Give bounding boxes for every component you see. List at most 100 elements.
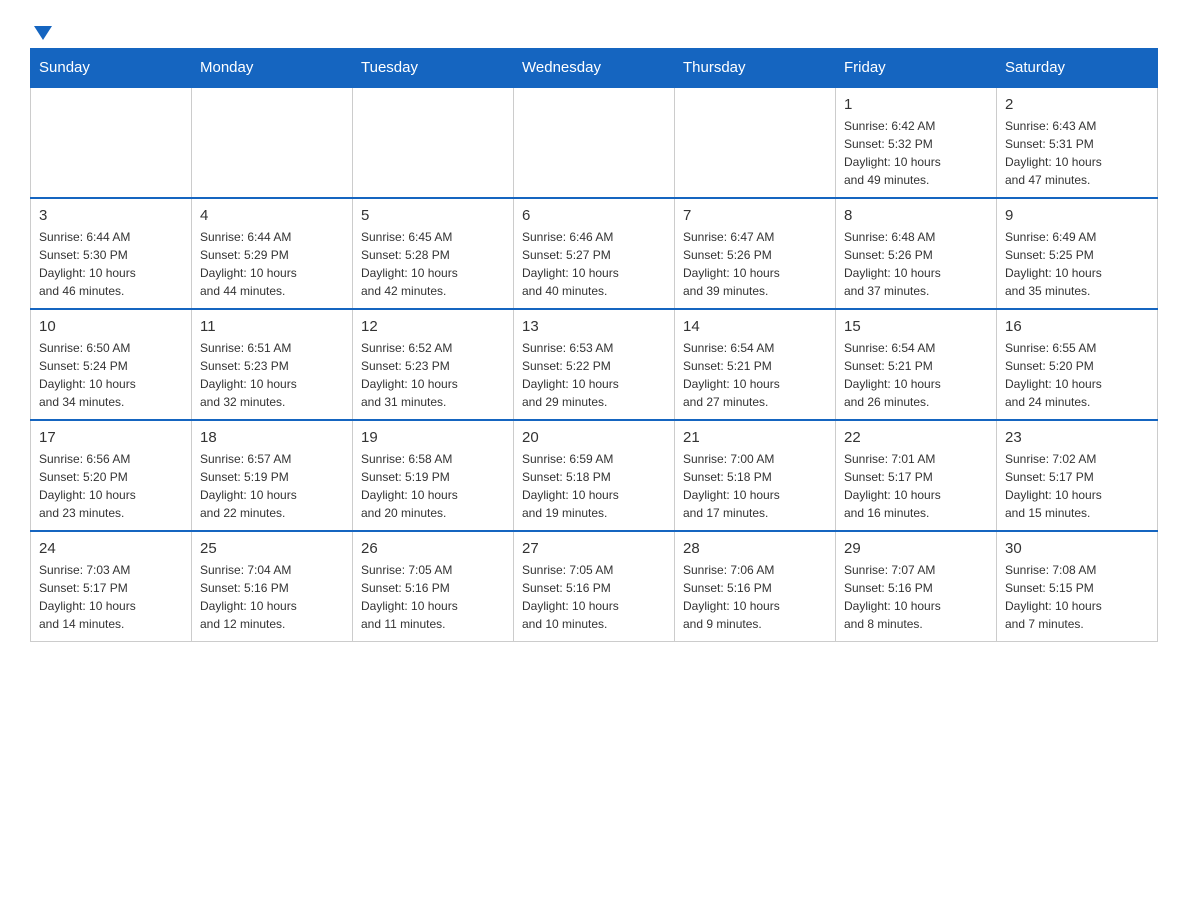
day-number: 19	[361, 429, 505, 446]
day-number: 7	[683, 207, 827, 224]
day-cell: 20Sunrise: 6:59 AM Sunset: 5:18 PM Dayli…	[514, 420, 675, 531]
day-number: 6	[522, 207, 666, 224]
week-row-1: 1 Sunrise: 6:42 AM Sunset: 5:32 PM Daylig…	[31, 87, 1158, 198]
day-cell: 11 Sunrise: 6:51 AM Sunset: 5:23 PM Dayli…	[192, 309, 353, 420]
day-cell: 15Sunrise: 6:54 AM Sunset: 5:21 PM Dayli…	[836, 309, 997, 420]
day-info: Sunrise: 6:51 AM Sunset: 5:23 PM Dayligh…	[200, 339, 344, 411]
day-info: Sunrise: 6:43 AM Sunset: 5:31 PM Dayligh…	[1005, 117, 1149, 189]
day-info: Sunrise: 6:59 AM Sunset: 5:18 PM Dayligh…	[522, 450, 666, 522]
day-info: Sunrise: 6:47 AM Sunset: 5:26 PM Dayligh…	[683, 228, 827, 300]
day-number: 13	[522, 318, 666, 335]
column-header-friday: Friday	[836, 49, 997, 88]
day-number: 12	[361, 318, 505, 335]
day-number: 22	[844, 429, 988, 446]
day-cell: 22 Sunrise: 7:01 AM Sunset: 5:17 PM Dayli…	[836, 420, 997, 531]
day-cell: 6 Sunrise: 6:46 AM Sunset: 5:27 PM Daylig…	[514, 198, 675, 309]
day-number: 25	[200, 540, 344, 557]
day-number: 5	[361, 207, 505, 224]
day-info: Sunrise: 6:57 AM Sunset: 5:19 PM Dayligh…	[200, 450, 344, 522]
day-number: 14	[683, 318, 827, 335]
day-info: Sunrise: 6:58 AM Sunset: 5:19 PM Dayligh…	[361, 450, 505, 522]
day-cell: 27 Sunrise: 7:05 AM Sunset: 5:16 PM Dayli…	[514, 531, 675, 642]
day-cell: 12 Sunrise: 6:52 AM Sunset: 5:23 PM Dayli…	[353, 309, 514, 420]
day-info: Sunrise: 7:06 AM Sunset: 5:16 PM Dayligh…	[683, 561, 827, 633]
day-info: Sunrise: 6:56 AM Sunset: 5:20 PM Dayligh…	[39, 450, 183, 522]
day-number: 24	[39, 540, 183, 557]
week-row-2: 3 Sunrise: 6:44 AM Sunset: 5:30 PM Daylig…	[31, 198, 1158, 309]
day-info: Sunrise: 6:45 AM Sunset: 5:28 PM Dayligh…	[361, 228, 505, 300]
day-number: 18	[200, 429, 344, 446]
day-cell: 3 Sunrise: 6:44 AM Sunset: 5:30 PM Daylig…	[31, 198, 192, 309]
day-cell: 4Sunrise: 6:44 AM Sunset: 5:29 PM Daylig…	[192, 198, 353, 309]
day-cell: 30 Sunrise: 7:08 AM Sunset: 5:15 PM Dayli…	[997, 531, 1158, 642]
day-number: 8	[844, 207, 988, 224]
day-info: Sunrise: 7:05 AM Sunset: 5:16 PM Dayligh…	[361, 561, 505, 633]
day-cell: 8 Sunrise: 6:48 AM Sunset: 5:26 PM Daylig…	[836, 198, 997, 309]
day-number: 3	[39, 207, 183, 224]
day-cell: 23 Sunrise: 7:02 AM Sunset: 5:17 PM Dayli…	[997, 420, 1158, 531]
day-number: 10	[39, 318, 183, 335]
column-header-monday: Monday	[192, 49, 353, 88]
column-header-saturday: Saturday	[997, 49, 1158, 88]
day-info: Sunrise: 7:05 AM Sunset: 5:16 PM Dayligh…	[522, 561, 666, 633]
day-number: 27	[522, 540, 666, 557]
day-cell: 28 Sunrise: 7:06 AM Sunset: 5:16 PM Dayli…	[675, 531, 836, 642]
day-cell: 2Sunrise: 6:43 AM Sunset: 5:31 PM Daylig…	[997, 87, 1158, 198]
day-info: Sunrise: 6:48 AM Sunset: 5:26 PM Dayligh…	[844, 228, 988, 300]
day-cell: 26 Sunrise: 7:05 AM Sunset: 5:16 PM Dayli…	[353, 531, 514, 642]
day-cell: 17 Sunrise: 6:56 AM Sunset: 5:20 PM Dayli…	[31, 420, 192, 531]
day-number: 26	[361, 540, 505, 557]
week-row-5: 24 Sunrise: 7:03 AM Sunset: 5:17 PM Dayli…	[31, 531, 1158, 642]
day-number: 23	[1005, 429, 1149, 446]
day-number: 9	[1005, 207, 1149, 224]
day-info: Sunrise: 6:49 AM Sunset: 5:25 PM Dayligh…	[1005, 228, 1149, 300]
header-row: SundayMondayTuesdayWednesdayThursdayFrid…	[31, 49, 1158, 88]
day-info: Sunrise: 6:44 AM Sunset: 5:30 PM Dayligh…	[39, 228, 183, 300]
day-number: 11	[200, 318, 344, 335]
day-info: Sunrise: 7:08 AM Sunset: 5:15 PM Dayligh…	[1005, 561, 1149, 633]
day-cell: 7 Sunrise: 6:47 AM Sunset: 5:26 PM Daylig…	[675, 198, 836, 309]
day-info: Sunrise: 6:50 AM Sunset: 5:24 PM Dayligh…	[39, 339, 183, 411]
day-cell: 19 Sunrise: 6:58 AM Sunset: 5:19 PM Dayli…	[353, 420, 514, 531]
day-info: Sunrise: 6:55 AM Sunset: 5:20 PM Dayligh…	[1005, 339, 1149, 411]
day-number: 28	[683, 540, 827, 557]
logo-arrow-icon	[32, 22, 54, 44]
week-row-3: 10 Sunrise: 6:50 AM Sunset: 5:24 PM Dayli…	[31, 309, 1158, 420]
day-info: Sunrise: 7:01 AM Sunset: 5:17 PM Dayligh…	[844, 450, 988, 522]
logo	[30, 20, 54, 38]
day-info: Sunrise: 6:46 AM Sunset: 5:27 PM Dayligh…	[522, 228, 666, 300]
day-number: 4	[200, 207, 344, 224]
column-header-tuesday: Tuesday	[353, 49, 514, 88]
day-info: Sunrise: 7:03 AM Sunset: 5:17 PM Dayligh…	[39, 561, 183, 633]
day-number: 30	[1005, 540, 1149, 557]
day-info: Sunrise: 6:53 AM Sunset: 5:22 PM Dayligh…	[522, 339, 666, 411]
day-cell: 24 Sunrise: 7:03 AM Sunset: 5:17 PM Dayli…	[31, 531, 192, 642]
day-info: Sunrise: 6:42 AM Sunset: 5:32 PM Dayligh…	[844, 117, 988, 189]
day-cell	[353, 87, 514, 198]
day-cell: 13 Sunrise: 6:53 AM Sunset: 5:22 PM Dayli…	[514, 309, 675, 420]
day-info: Sunrise: 6:54 AM Sunset: 5:21 PM Dayligh…	[683, 339, 827, 411]
column-header-thursday: Thursday	[675, 49, 836, 88]
day-cell: 16Sunrise: 6:55 AM Sunset: 5:20 PM Dayli…	[997, 309, 1158, 420]
day-info: Sunrise: 7:00 AM Sunset: 5:18 PM Dayligh…	[683, 450, 827, 522]
day-number: 1	[844, 96, 988, 113]
column-header-sunday: Sunday	[31, 49, 192, 88]
day-cell: 14 Sunrise: 6:54 AM Sunset: 5:21 PM Dayli…	[675, 309, 836, 420]
day-cell	[192, 87, 353, 198]
day-cell: 5 Sunrise: 6:45 AM Sunset: 5:28 PM Daylig…	[353, 198, 514, 309]
day-info: Sunrise: 7:02 AM Sunset: 5:17 PM Dayligh…	[1005, 450, 1149, 522]
week-row-4: 17 Sunrise: 6:56 AM Sunset: 5:20 PM Dayli…	[31, 420, 1158, 531]
day-number: 21	[683, 429, 827, 446]
day-cell	[675, 87, 836, 198]
day-cell: 10 Sunrise: 6:50 AM Sunset: 5:24 PM Dayli…	[31, 309, 192, 420]
day-info: Sunrise: 6:54 AM Sunset: 5:21 PM Dayligh…	[844, 339, 988, 411]
day-cell	[31, 87, 192, 198]
day-number: 29	[844, 540, 988, 557]
page-header	[30, 20, 1158, 38]
day-number: 17	[39, 429, 183, 446]
day-info: Sunrise: 6:52 AM Sunset: 5:23 PM Dayligh…	[361, 339, 505, 411]
day-cell	[514, 87, 675, 198]
day-cell: 21 Sunrise: 7:00 AM Sunset: 5:18 PM Dayli…	[675, 420, 836, 531]
day-cell: 1 Sunrise: 6:42 AM Sunset: 5:32 PM Daylig…	[836, 87, 997, 198]
column-header-wednesday: Wednesday	[514, 49, 675, 88]
